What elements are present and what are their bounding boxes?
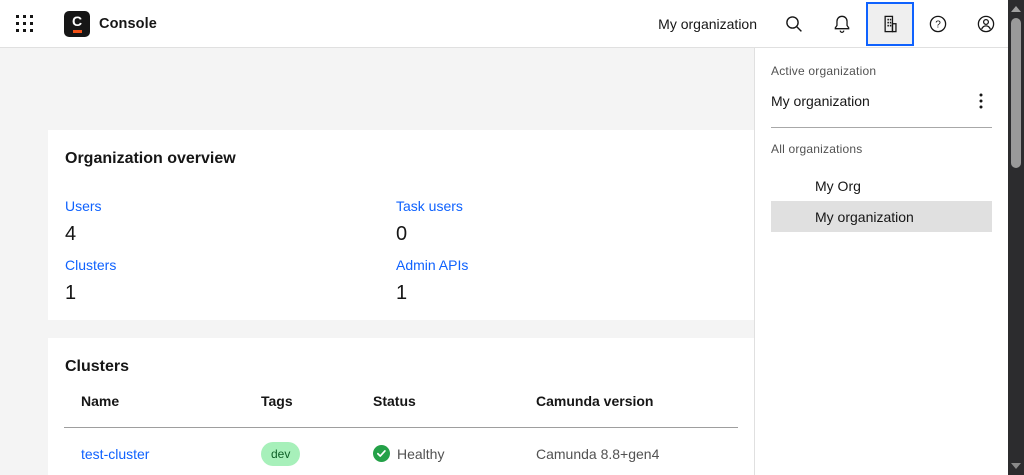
clusters-card: Clusters Name Tags Status Camunda versio… bbox=[48, 338, 754, 475]
organization-list: My Org My organization bbox=[771, 170, 992, 232]
clusters-table: Name Tags Status Camunda version test-cl… bbox=[64, 393, 738, 475]
users-count: 4 bbox=[65, 223, 77, 245]
users-link[interactable]: Users bbox=[65, 198, 102, 214]
cluster-table-row[interactable]: test-cluster dev Healthy Camunda 8.8+gen… bbox=[64, 428, 738, 475]
help-icon: ? bbox=[927, 13, 949, 35]
column-header-tags: Tags bbox=[261, 393, 293, 409]
organization-overview-card: Organization overview Users 4 Clusters 1… bbox=[48, 130, 754, 320]
top-nav: C Console My organization ? bbox=[0, 0, 1024, 48]
column-header-status: Status bbox=[373, 393, 416, 409]
healthy-check-icon bbox=[373, 445, 390, 462]
app-switcher-button[interactable] bbox=[0, 0, 48, 47]
vertical-scrollbar[interactable] bbox=[1008, 0, 1024, 475]
cluster-status-text: Healthy bbox=[397, 445, 445, 462]
organization-management-button[interactable] bbox=[866, 1, 914, 46]
panel-divider bbox=[771, 127, 992, 128]
svg-text:?: ? bbox=[935, 19, 941, 30]
nav-organization-name: My organization bbox=[658, 15, 757, 32]
product-name: Console bbox=[99, 15, 157, 32]
camunda-logo-letter: C bbox=[71, 12, 83, 29]
nav-right-group: My organization ? bbox=[658, 0, 1024, 47]
bell-icon bbox=[831, 13, 853, 35]
clusters-count: 1 bbox=[65, 282, 77, 304]
organization-overflow-menu-button[interactable] bbox=[970, 90, 992, 112]
kebab-vertical-icon bbox=[979, 93, 983, 109]
camunda-logo[interactable]: C bbox=[64, 10, 90, 37]
organization-list-item[interactable]: My Org bbox=[771, 170, 992, 201]
all-organizations-label: All organizations bbox=[771, 142, 863, 156]
organization-item-name: My organization bbox=[815, 208, 914, 225]
overview-stats-grid: Users 4 Clusters 1 Task users 0 Admin AP… bbox=[65, 198, 738, 316]
admin-apis-link[interactable]: Admin APIs bbox=[396, 257, 468, 273]
task-users-link[interactable]: Task users bbox=[396, 198, 463, 214]
organization-panel: Active organization My organization All … bbox=[754, 48, 1008, 475]
organization-list-item-selected[interactable]: My organization bbox=[771, 201, 992, 232]
stat-users: Users 4 Clusters 1 bbox=[65, 198, 396, 316]
clusters-link[interactable]: Clusters bbox=[65, 257, 116, 273]
camunda-logo-underline bbox=[72, 29, 82, 33]
cluster-tag-badge: dev bbox=[261, 441, 301, 466]
search-button[interactable] bbox=[770, 0, 818, 47]
enterprise-building-icon bbox=[879, 13, 901, 35]
cluster-status-cell: Healthy bbox=[356, 445, 519, 462]
organization-item-name: My Org bbox=[815, 177, 861, 194]
console-app: C Console My organization ? Active organ… bbox=[0, 0, 1024, 475]
help-button[interactable]: ? bbox=[914, 0, 962, 47]
clusters-card-title: Clusters bbox=[65, 358, 130, 375]
cluster-version-text: Camunda 8.8+gen4 bbox=[536, 445, 660, 462]
clusters-table-header: Name Tags Status Camunda version bbox=[64, 393, 738, 428]
active-organization-name: My organization bbox=[771, 93, 870, 109]
column-header-name: Name bbox=[81, 393, 120, 409]
stat-task-users: Task users 0 Admin APIs 1 bbox=[396, 198, 738, 316]
overview-card-title: Organization overview bbox=[65, 150, 236, 167]
active-organization-row: My organization bbox=[771, 90, 992, 112]
user-avatar-icon bbox=[975, 13, 997, 35]
scrollbar-thumb[interactable] bbox=[1011, 18, 1021, 168]
admin-apis-count: 1 bbox=[396, 282, 408, 304]
app-switcher-icon bbox=[15, 15, 33, 32]
scroll-down-arrow-icon[interactable] bbox=[1011, 463, 1021, 469]
cluster-name-link[interactable]: test-cluster bbox=[81, 446, 149, 462]
notifications-button[interactable] bbox=[818, 0, 866, 47]
column-header-version: Camunda version bbox=[536, 393, 654, 409]
profile-button[interactable] bbox=[962, 0, 1010, 47]
task-users-count: 0 bbox=[396, 223, 408, 245]
scroll-up-arrow-icon[interactable] bbox=[1011, 6, 1021, 12]
active-organization-label: Active organization bbox=[771, 64, 877, 78]
search-icon bbox=[784, 14, 804, 34]
